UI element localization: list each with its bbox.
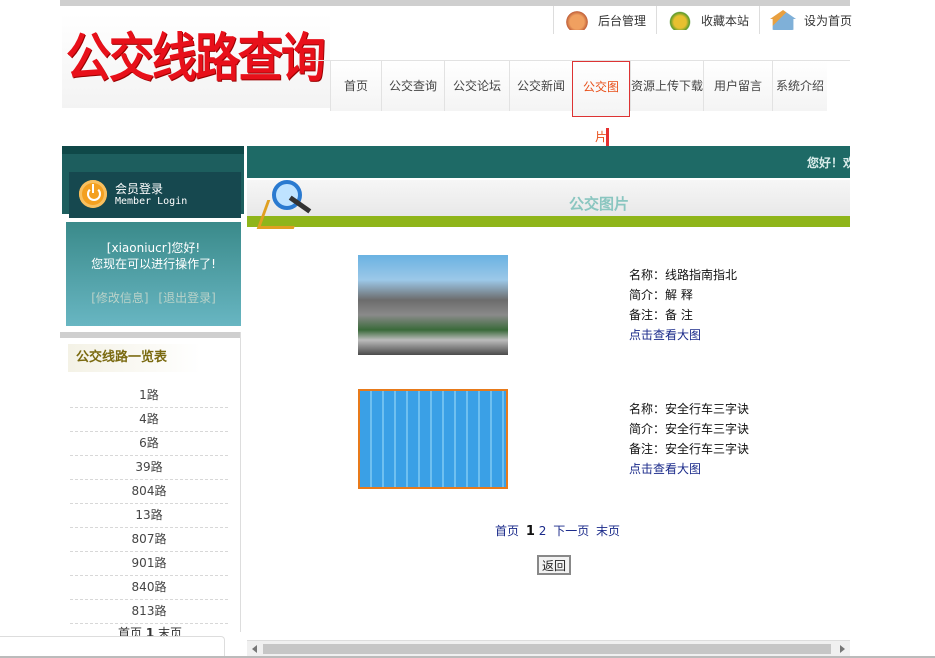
pager-next[interactable]: 下一页 <box>553 524 589 538</box>
nav-bus-search[interactable]: 公交查询 <box>381 61 444 111</box>
picture-info: 名称：安全行车三字诀 简介：安全行车三字诀 备注：安全行车三字诀 点击查看大图 <box>629 399 809 479</box>
picture-intro: 简介：安全行车三字诀 <box>629 422 750 436</box>
route-list: 1路 4路 6路 39路 804路 13路 807路 901路 840路 813… <box>70 384 228 624</box>
logout-link[interactable]: [退出登录] <box>158 291 215 305</box>
route-item[interactable]: 13路 <box>70 504 228 528</box>
pager-first[interactable]: 首页 <box>495 524 519 538</box>
nav-home[interactable]: 首页 <box>330 61 381 111</box>
admin-link-label: 后台管理 <box>598 13 647 28</box>
view-large-link[interactable]: 点击查看大图 <box>629 325 809 345</box>
scroll-left-arrow-icon[interactable] <box>252 645 257 653</box>
marquee-text: 您好！欢 <box>807 156 850 170</box>
route-panel-bar <box>60 332 240 338</box>
welcome-banner: 您好！欢 <box>247 146 850 178</box>
main-nav: 首页 公交查询 公交论坛 公交新闻 公交图片 资源上传下载 用户留言 系统介绍 <box>330 61 827 144</box>
route-item[interactable]: 6路 <box>70 432 228 456</box>
route-item[interactable]: 804路 <box>70 480 228 504</box>
nav-forum[interactable]: 公交论坛 <box>444 61 509 111</box>
route-item[interactable]: 901路 <box>70 552 228 576</box>
status-corner <box>0 636 225 657</box>
route-item[interactable]: 807路 <box>70 528 228 552</box>
view-large-link[interactable]: 点击查看大图 <box>629 459 809 479</box>
route-item[interactable]: 840路 <box>70 576 228 600</box>
home-icon <box>770 10 797 30</box>
section-underline <box>247 216 850 227</box>
nav-messages[interactable]: 用户留言 <box>703 61 772 111</box>
bus-picture-thumbnail[interactable] <box>358 255 508 355</box>
greeting: [xiaoniucr]您好! 您现在可以进行操作了! <box>66 240 241 272</box>
picture-note: 备注：备 注 <box>629 308 693 322</box>
admin-link[interactable]: 后台管理 <box>553 6 656 34</box>
logo-text: 公交线路查询 <box>66 28 326 89</box>
route-item[interactable]: 813路 <box>70 600 228 624</box>
login-panel: [xiaoniucr]您好! 您现在可以进行操作了! [修改信息] [退出登录] <box>66 222 241 326</box>
section-header <box>247 180 850 216</box>
pager-current: 1 <box>525 524 535 539</box>
route-item[interactable]: 39路 <box>70 456 228 480</box>
nav-news[interactable]: 公交新闻 <box>509 61 572 111</box>
picture-info: 名称：线路指南指北 简介：解 释 备注：备 注 点击查看大图 <box>629 265 809 345</box>
section-title: 公交图片 <box>569 195 630 213</box>
login-subtitle: Member Login <box>115 196 188 207</box>
picture-name: 名称：安全行车三字诀 <box>629 402 750 416</box>
set-homepage-label: 设为首页 <box>804 13 853 28</box>
pager-page-2[interactable]: 2 <box>539 524 547 538</box>
edit-info-link[interactable]: [修改信息] <box>91 291 148 305</box>
picture-note: 备注：安全行车三字诀 <box>629 442 750 456</box>
scrollbar-thumb[interactable] <box>263 644 831 654</box>
picture-name: 名称：线路指南指北 <box>629 268 738 282</box>
sidebar-header-strip <box>62 146 244 154</box>
admin-phone-icon <box>564 10 590 30</box>
favorite-link[interactable]: 收藏本站 <box>656 6 759 34</box>
favorite-icon <box>667 10 694 30</box>
quick-links: 后台管理 收藏本站 设为首页 <box>553 6 862 34</box>
nav-downloads[interactable]: 资源上传下载 <box>630 61 703 111</box>
picture-intro: 简介：解 释 <box>629 288 693 302</box>
horizontal-scrollbar[interactable] <box>247 640 850 657</box>
member-login-header: 会员登录 Member Login <box>69 172 241 218</box>
magnifier-icon <box>256 180 312 229</box>
login-title: 会员登录 <box>115 182 164 196</box>
route-item[interactable]: 4路 <box>70 408 228 432</box>
pager: 首页 1 2 下一页 末页 <box>495 522 623 539</box>
route-list-panel: 公交线路一览表 1路 4路 6路 39路 804路 13路 807路 901路 … <box>60 332 241 640</box>
nav-pictures[interactable]: 公交图片 <box>572 61 630 144</box>
site-logo[interactable]: 公交线路查询 <box>62 14 330 108</box>
bus-picture-thumbnail[interactable] <box>358 389 508 489</box>
nav-about[interactable]: 系统介绍 <box>772 61 827 111</box>
route-item[interactable]: 1路 <box>70 384 228 408</box>
greeting-user: [xiaoniucr]您好! <box>106 241 201 255</box>
login-links: [修改信息] [退出登录] <box>66 289 241 306</box>
pager-last[interactable]: 末页 <box>596 524 620 538</box>
greeting-message: 您现在可以进行操作了! <box>91 257 216 271</box>
favorite-link-label: 收藏本站 <box>701 13 750 28</box>
set-homepage-link[interactable]: 设为首页 <box>759 6 862 34</box>
route-list-title: 公交线路一览表 <box>68 344 201 372</box>
back-button[interactable]: 返回 <box>537 555 571 575</box>
power-icon <box>79 180 107 208</box>
scroll-right-arrow-icon[interactable] <box>840 645 845 653</box>
